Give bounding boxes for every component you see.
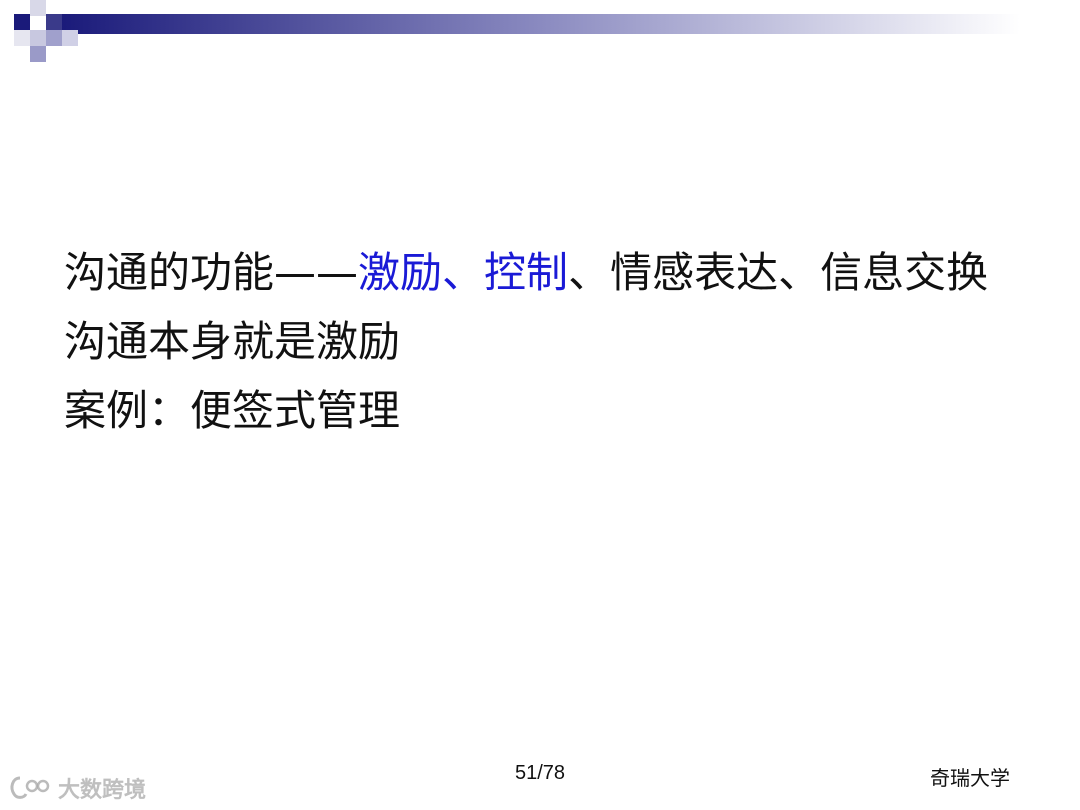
header-gradient-bar xyxy=(60,14,1020,34)
deco-square xyxy=(30,46,46,62)
deco-square xyxy=(46,30,62,46)
watermark-logo-icon xyxy=(10,776,50,799)
deco-square xyxy=(62,30,78,46)
watermark-text: 大数跨境 xyxy=(58,778,147,803)
slide-body: 沟通的功能——激励、控制、情感表达、信息交换 沟通本身就是激励 案例：便签式管理 xyxy=(64,238,1054,445)
footer-organization: 奇瑞大学 xyxy=(930,766,1010,790)
bullet-line-incentive: 沟通本身就是激励 xyxy=(64,317,401,366)
highlight-incentive: 激励 xyxy=(358,248,443,297)
line-suffix: 、情感表达、信息交换 xyxy=(568,248,989,297)
bullet-line-case: 案例：便签式管理 xyxy=(64,386,401,435)
highlight-separator: 、 xyxy=(442,248,485,297)
deco-square xyxy=(14,14,30,30)
header-decoration-graphic xyxy=(14,0,1020,62)
line-prefix: 沟通的功能—— xyxy=(64,248,359,297)
header-decoration xyxy=(0,0,1080,70)
page-number: 51/78 xyxy=(514,762,566,784)
deco-square xyxy=(30,30,46,46)
deco-square xyxy=(30,0,46,16)
bullet-line-functions: 沟通的功能——激励、控制、情感表达、信息交换 xyxy=(64,238,1054,307)
deco-square xyxy=(46,14,62,30)
watermark: 大数跨境 xyxy=(8,772,146,804)
deco-square xyxy=(14,30,30,46)
highlight-control: 控制 xyxy=(484,248,569,297)
